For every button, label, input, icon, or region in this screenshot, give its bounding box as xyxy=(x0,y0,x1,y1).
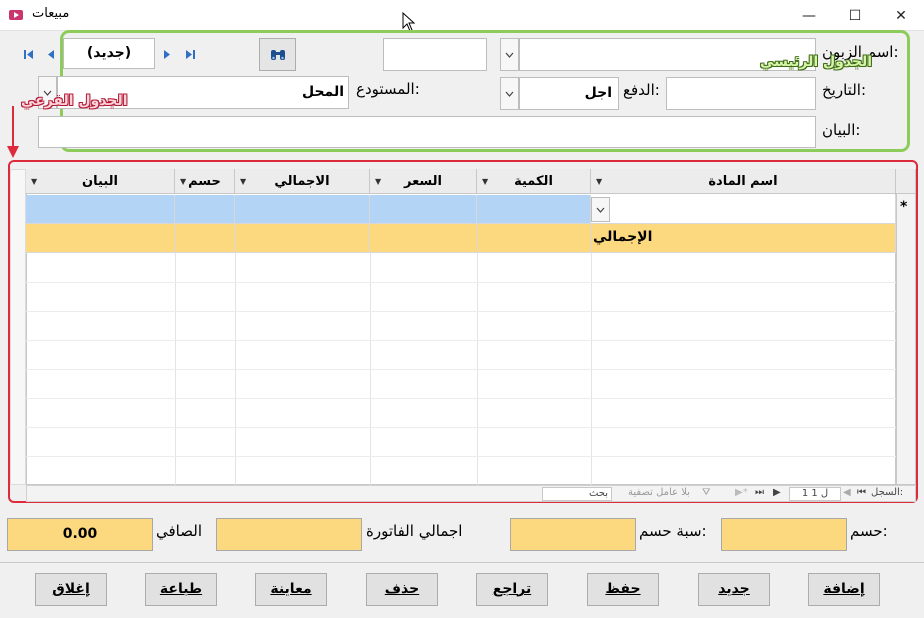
new-row-quantity-cell[interactable] xyxy=(477,195,591,224)
payment-select[interactable]: اجل xyxy=(519,77,619,110)
total-row-notes-cell xyxy=(26,224,175,253)
sort-caret-icon: ▼ xyxy=(596,177,603,186)
close-form-button[interactable]: إغلاق xyxy=(35,573,107,606)
nav-search-input[interactable]: بحث xyxy=(542,487,612,501)
column-header-total[interactable]: ▼ الاجمالي xyxy=(235,169,370,194)
new-row-item-name-cell[interactable] xyxy=(591,195,896,224)
record-navigation-bar: السجل: ⏮ ◀ 1 ل 1 ▶ ⏭ ▶* ⛛ بلا عامل تصفية… xyxy=(26,485,916,502)
undo-button[interactable]: تراجع xyxy=(476,573,548,606)
select-all-corner[interactable] xyxy=(896,169,916,194)
chevron-down-icon xyxy=(505,52,514,58)
warehouse-label: المستودع: xyxy=(356,80,420,98)
grid-line xyxy=(26,456,896,457)
discount-percent-field[interactable] xyxy=(510,518,636,551)
statement-input[interactable] xyxy=(38,116,816,148)
main-table-annotation: الجدول الرئيسي xyxy=(760,54,873,70)
nav-prev-icon[interactable]: ◀ xyxy=(843,487,851,498)
nav-last-icon[interactable]: ⏭ xyxy=(755,487,764,498)
sub-table-annotation: الجدول الفرعي xyxy=(21,93,128,109)
arrow-down-icon xyxy=(7,106,19,158)
payment-dropdown-button[interactable] xyxy=(500,77,519,110)
invoice-total-label: اجمالي الفاتورة xyxy=(366,522,463,540)
chevron-down-icon xyxy=(596,207,605,213)
discount-field[interactable] xyxy=(721,518,847,551)
total-row-label: الإجمالي xyxy=(591,224,896,253)
print-button[interactable]: طباعة xyxy=(145,573,217,606)
new-record-marker-icon: * xyxy=(900,199,908,215)
sort-caret-icon: ▼ xyxy=(180,177,187,186)
preview-button[interactable]: معاينة xyxy=(255,573,327,606)
mouse-cursor-icon xyxy=(402,12,416,32)
payment-label: الدفع: xyxy=(623,81,660,99)
add-button[interactable]: إضافة xyxy=(808,573,880,606)
close-button[interactable]: ✕ xyxy=(878,0,924,31)
first-record-button[interactable] xyxy=(19,44,37,64)
app-icon xyxy=(9,10,23,20)
date-input[interactable] xyxy=(666,77,816,110)
column-header-quantity[interactable]: ▼ الكمية xyxy=(477,169,591,194)
nav-current-record[interactable]: 1 ل 1 xyxy=(789,487,841,501)
nav-new-icon[interactable]: ▶* xyxy=(735,487,748,498)
vertical-scrollbar[interactable] xyxy=(10,169,26,485)
discount-label: حسم: xyxy=(850,522,888,540)
filter-status[interactable]: بلا عامل تصفية xyxy=(628,487,690,498)
customer-code-field[interactable] xyxy=(383,38,487,71)
sort-caret-icon: ▼ xyxy=(482,177,489,186)
customer-dropdown-button[interactable] xyxy=(500,38,519,71)
total-row-discount-cell xyxy=(175,224,235,253)
statement-label: البيان: xyxy=(822,121,861,139)
grid-line xyxy=(26,369,896,370)
grid-line xyxy=(26,340,896,341)
date-label: التاريخ: xyxy=(822,81,866,99)
filter-icon: ⛛ xyxy=(702,487,711,498)
grid-line xyxy=(26,282,896,283)
delete-button[interactable]: حذف xyxy=(366,573,438,606)
title-bar: مبيعات — ☐ ✕ xyxy=(0,0,924,32)
discount-percent-label: سبة حسم: xyxy=(639,522,707,540)
net-field: 0.00 xyxy=(7,518,153,551)
grid-line xyxy=(26,311,896,312)
prev-record-button[interactable] xyxy=(41,44,59,64)
sort-caret-icon: ▼ xyxy=(240,177,247,186)
nav-first-icon[interactable]: ⏮ xyxy=(857,487,866,498)
total-row-total-cell xyxy=(235,224,370,253)
save-button[interactable]: حفظ xyxy=(587,573,659,606)
column-header-discount[interactable]: ▼ حسم xyxy=(175,169,235,194)
maximize-button[interactable]: ☐ xyxy=(832,0,878,31)
chevron-down-icon xyxy=(505,91,514,97)
new-button[interactable]: جديد xyxy=(698,573,770,606)
total-row-quantity-cell xyxy=(477,224,591,253)
column-header-notes[interactable]: ▼ البيان xyxy=(26,169,175,194)
invoice-total-field xyxy=(216,518,362,551)
minimize-button[interactable]: — xyxy=(786,0,832,31)
first-record-icon xyxy=(23,49,33,59)
new-row-price-cell[interactable] xyxy=(370,195,477,224)
total-row-price-cell xyxy=(370,224,477,253)
new-row-total-cell[interactable] xyxy=(235,195,370,224)
nav-next-icon[interactable]: ▶ xyxy=(773,487,781,498)
new-row-discount-cell[interactable] xyxy=(175,195,235,224)
window-title: مبيعات xyxy=(32,6,70,21)
column-header-price[interactable]: ▼ السعر xyxy=(370,169,477,194)
prev-record-icon xyxy=(47,49,54,59)
net-label: الصافي xyxy=(156,522,202,540)
sort-caret-icon: ▼ xyxy=(31,177,38,186)
sort-caret-icon: ▼ xyxy=(375,177,382,186)
record-label: السجل: xyxy=(871,487,904,498)
new-row-notes-cell[interactable] xyxy=(26,195,175,224)
column-header-item-name[interactable]: ▼ اسم المادة xyxy=(591,169,896,194)
record-selector-column[interactable] xyxy=(896,169,916,485)
item-dropdown-button[interactable] xyxy=(591,197,610,222)
divider xyxy=(0,562,924,563)
grid-line xyxy=(26,427,896,428)
grid-line xyxy=(26,398,896,399)
